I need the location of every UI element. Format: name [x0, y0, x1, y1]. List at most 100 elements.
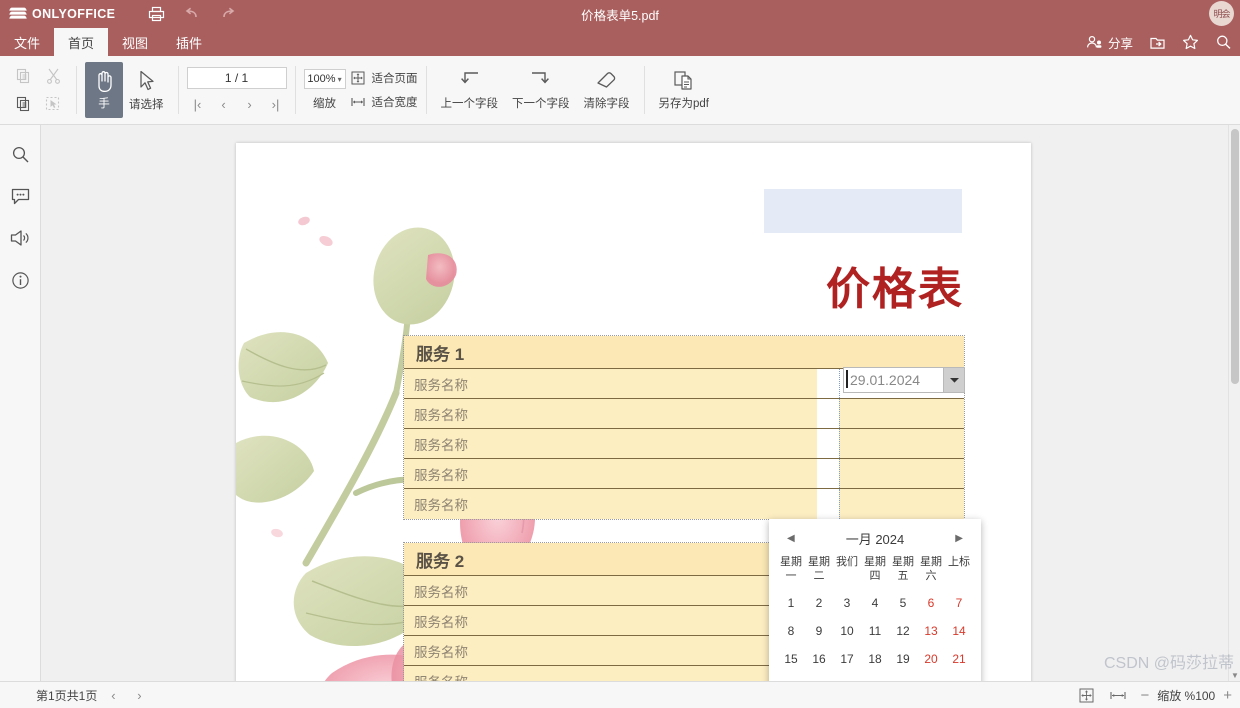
tab-file[interactable]: 文件	[0, 28, 54, 56]
clear-field-button[interactable]: 清除字段	[578, 62, 636, 118]
first-page-button[interactable]: |‹	[187, 95, 209, 113]
table-row: 服务名称	[404, 429, 964, 459]
calendar-day[interactable]: 4	[861, 589, 889, 617]
copy-button[interactable]	[8, 62, 38, 90]
cut-button[interactable]	[38, 62, 68, 90]
calendar-prev-month-button[interactable]: ◀	[781, 530, 801, 547]
save-as-pdf-button[interactable]: 另存为pdf	[653, 62, 716, 118]
zoom-in-button[interactable]: +	[1223, 688, 1232, 703]
calendar-day[interactable]: 16	[805, 645, 833, 673]
last-page-button[interactable]: ›|	[265, 95, 287, 113]
calendar-day[interactable]: 19	[889, 645, 917, 673]
avatar[interactable]: 明会	[1209, 1, 1234, 26]
prev-field-label: 上一个字段	[440, 98, 499, 110]
calendar-day[interactable]: 23	[805, 673, 833, 681]
date-input[interactable]: 29.01.2024	[843, 367, 943, 393]
calendar-day[interactable]: 13	[917, 617, 945, 645]
select-tool-button[interactable]: 请选择	[123, 62, 170, 118]
calendar-day[interactable]: 15	[777, 645, 805, 673]
service-name-field[interactable]: 服务名称	[404, 489, 817, 519]
zoom-out-button[interactable]: −	[1140, 688, 1149, 703]
calendar-day[interactable]: 14	[945, 617, 973, 645]
calendar-day-grid[interactable]: 1234567891011121314151617181920212223242…	[769, 589, 981, 681]
date-dropdown-button[interactable]	[943, 367, 965, 393]
price-field[interactable]	[839, 399, 964, 428]
clipboard-group	[0, 56, 76, 124]
service-name-field[interactable]: 服务名称	[404, 399, 817, 428]
table-row: 服务名称	[404, 399, 964, 429]
calendar-day[interactable]: 20	[917, 645, 945, 673]
service-name-field[interactable]: 服务名称	[404, 636, 817, 665]
calendar-day[interactable]: 10	[833, 617, 861, 645]
calendar-day[interactable]: 2	[805, 589, 833, 617]
calendar-day[interactable]: 11	[861, 617, 889, 645]
tab-home[interactable]: 首页	[54, 28, 109, 56]
vertical-scrollbar[interactable]: ▲ ▼	[1228, 125, 1240, 681]
search-icon[interactable]	[1215, 34, 1232, 50]
service-name-field[interactable]: 服务名称	[404, 369, 817, 398]
calendar-day[interactable]: 21	[945, 645, 973, 673]
price-field[interactable]	[839, 459, 964, 488]
calendar-next-month-button[interactable]: ▶	[949, 530, 969, 547]
sidebar-search-icon[interactable]	[5, 141, 35, 167]
status-next-page-button[interactable]: ›	[129, 685, 149, 705]
document-canvas[interactable]: 价格表 服务 1 服务名称 29.01.2024 服务名称 服务名称 服务名称 …	[41, 125, 1240, 681]
calendar-day[interactable]: 24	[833, 673, 861, 681]
brand-label: ONLYOFFICE	[32, 7, 116, 21]
calendar-day[interactable]: 6	[917, 589, 945, 617]
calendar-day[interactable]: 1	[777, 589, 805, 617]
tab-plugins[interactable]: 插件	[162, 28, 216, 56]
calendar-day[interactable]: 9	[805, 617, 833, 645]
service-name-field[interactable]: 服务名称	[404, 606, 817, 635]
paste-button[interactable]	[8, 90, 38, 118]
price-field[interactable]	[839, 489, 964, 519]
print-icon[interactable]	[145, 4, 167, 24]
hand-tool-button[interactable]: 手	[85, 62, 123, 118]
service-name-field[interactable]: 服务名称	[404, 576, 817, 605]
price-field[interactable]	[839, 429, 964, 458]
scroll-down-arrow[interactable]: ▼	[1229, 669, 1240, 681]
onlyoffice-logo-icon	[8, 7, 28, 21]
calendar-day[interactable]: 7	[945, 589, 973, 617]
status-fit-page-icon[interactable]	[1076, 685, 1096, 705]
calendar-day[interactable]: 5	[889, 589, 917, 617]
redo-icon[interactable]	[217, 4, 239, 24]
sidebar-about-icon[interactable]	[5, 267, 35, 293]
status-fit-width-icon[interactable]	[1108, 685, 1128, 705]
service-name-field[interactable]: 服务名称	[404, 666, 817, 681]
prev-field-button[interactable]: 上一个字段	[435, 62, 505, 118]
fit-width-button[interactable]: 适合宽度	[350, 94, 418, 110]
share-button[interactable]: 分享	[1086, 33, 1133, 52]
scrollbar-thumb[interactable]	[1231, 129, 1239, 384]
calendar-day[interactable]: 25	[861, 673, 889, 681]
select-all-button[interactable]	[38, 90, 68, 118]
sidebar-feedback-icon[interactable]	[5, 225, 35, 251]
service-name-field[interactable]: 服务名称	[404, 459, 817, 488]
zoom-select[interactable]: 100% ▾	[303, 69, 346, 89]
calendar-day[interactable]: 12	[889, 617, 917, 645]
left-sidebar	[0, 125, 41, 681]
calendar-day[interactable]: 28	[945, 673, 973, 681]
prev-page-button[interactable]: ‹	[213, 95, 235, 113]
open-location-icon[interactable]	[1149, 35, 1166, 50]
service-name-field[interactable]: 服务名称	[404, 429, 817, 458]
logo-placeholder-field[interactable]	[764, 189, 962, 233]
calendar-day[interactable]: 8	[777, 617, 805, 645]
fit-page-button[interactable]: 适合页面	[350, 70, 418, 86]
status-prev-page-button[interactable]: ‹	[103, 685, 123, 705]
undo-icon[interactable]	[181, 4, 203, 24]
calendar-day[interactable]: 26	[889, 673, 917, 681]
tab-view[interactable]: 视图	[108, 28, 162, 56]
page-indicator-input[interactable]: 1 / 1	[186, 67, 287, 89]
calendar-day[interactable]: 27	[917, 673, 945, 681]
calendar-day[interactable]: 3	[833, 589, 861, 617]
calendar-day[interactable]: 22	[777, 673, 805, 681]
calendar-day[interactable]: 18	[861, 645, 889, 673]
favorite-star-icon[interactable]	[1182, 34, 1199, 50]
sidebar-comments-icon[interactable]	[5, 183, 35, 209]
date-picker-popup[interactable]: ◀ 一月 2024 ▶ 星期一 星期二 我们 星期四 星期五 星期六 上标 12…	[769, 519, 981, 681]
next-page-button[interactable]: ›	[239, 95, 261, 113]
calendar-day[interactable]: 17	[833, 645, 861, 673]
next-field-button[interactable]: 下一个字段	[506, 62, 576, 118]
share-label: 分享	[1107, 36, 1133, 51]
